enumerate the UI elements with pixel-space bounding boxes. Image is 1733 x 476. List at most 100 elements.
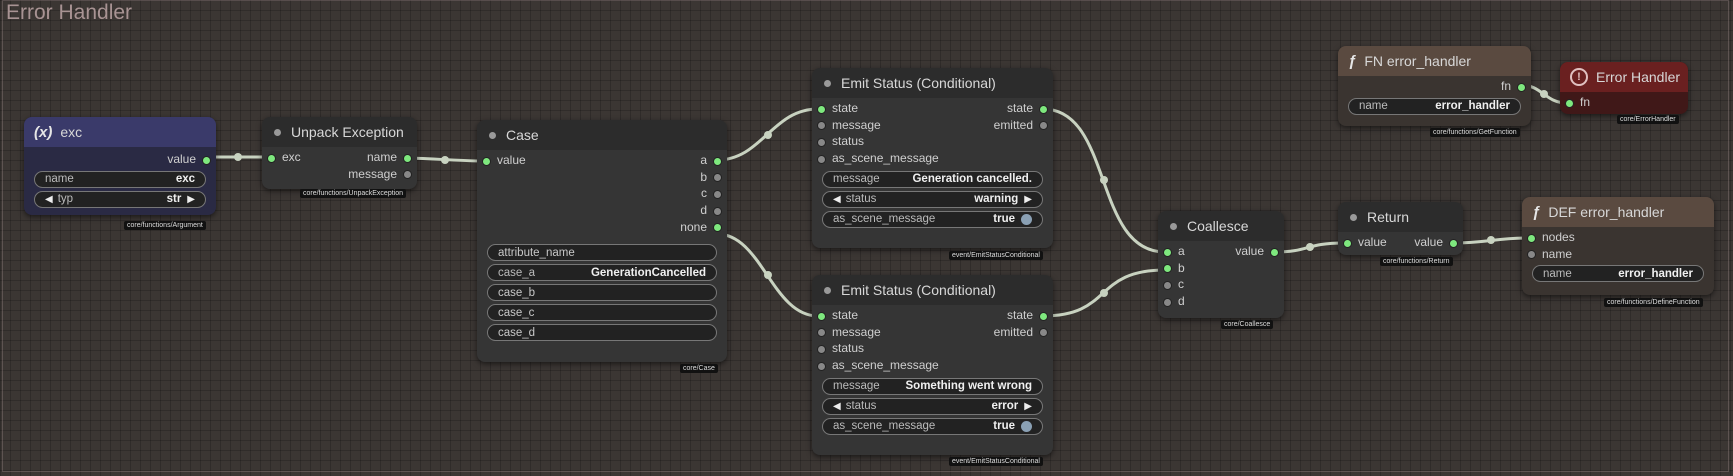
collapse-dot-icon[interactable] [1170, 222, 1177, 230]
collapse-dot-icon[interactable] [824, 79, 831, 87]
input-socket[interactable] [1527, 250, 1536, 260]
case-a-field[interactable]: case_a GenerationCancelled [487, 264, 717, 282]
input-fn[interactable]: fn [1560, 94, 1688, 111]
output-emitted[interactable]: emitted [812, 117, 1053, 134]
node-header[interactable]: Unpack Exception [262, 117, 417, 147]
node-argument-exc[interactable]: (x) exc value name exc ◀ typ str ▶ [24, 117, 216, 215]
node-header[interactable]: (x) exc [24, 117, 216, 147]
output-d[interactable]: d [477, 202, 727, 219]
node-emit-status-2[interactable]: Emit Status (Conditional) state state me… [812, 275, 1053, 455]
collapse-dot-icon[interactable] [824, 286, 831, 294]
node-header[interactable]: Case [477, 120, 727, 150]
input-socket[interactable] [1163, 280, 1172, 290]
node-header[interactable]: ƒ FN error_handler [1338, 46, 1531, 76]
collapse-dot-icon[interactable] [489, 131, 496, 139]
typ-combo[interactable]: ◀ typ str ▶ [34, 190, 206, 208]
status-combo[interactable]: ◀ status warning ▶ [822, 190, 1043, 208]
output-value[interactable]: value [1158, 243, 1284, 260]
output-state[interactable]: state [812, 307, 1053, 324]
arrow-left-icon[interactable]: ◀ [833, 194, 841, 205]
name-field[interactable]: name error_handler [1532, 265, 1704, 283]
output-value[interactable]: value [1338, 234, 1463, 251]
name-field[interactable]: name error_handler [1348, 97, 1521, 115]
output-state[interactable]: state [812, 100, 1053, 117]
output-socket[interactable] [1039, 311, 1048, 321]
output-emitted[interactable]: emitted [812, 324, 1053, 341]
output-socket[interactable] [403, 153, 412, 163]
input-c[interactable]: c [1158, 276, 1284, 293]
output-socket[interactable] [1039, 104, 1048, 114]
input-as-scene-message[interactable]: as_scene_message [812, 357, 1053, 374]
node-unpack-exception[interactable]: Unpack Exception exc name message [262, 117, 417, 189]
input-d[interactable]: d [1158, 293, 1284, 310]
input-as-scene-message[interactable]: as_scene_message [812, 150, 1053, 167]
output-socket[interactable] [1449, 238, 1458, 248]
output-socket[interactable] [403, 170, 412, 180]
input-socket[interactable] [817, 154, 826, 164]
collapse-dot-icon[interactable] [274, 128, 281, 136]
toggle-knob-icon[interactable] [1021, 213, 1032, 225]
input-name[interactable]: name [1522, 246, 1714, 263]
arrow-left-icon[interactable]: ◀ [833, 401, 841, 412]
arrow-left-icon[interactable]: ◀ [45, 194, 53, 205]
as-scene-message-toggle[interactable]: as_scene_message true [822, 210, 1043, 228]
input-status[interactable]: status [812, 340, 1053, 357]
collapse-dot-icon[interactable] [1350, 213, 1357, 221]
node-emit-status-1[interactable]: Emit Status (Conditional) state state me… [812, 68, 1053, 248]
status-combo[interactable]: ◀ status error ▶ [822, 397, 1043, 415]
output-message[interactable]: message [262, 166, 417, 183]
case-c-field[interactable]: case_c [487, 304, 717, 322]
node-header[interactable]: Emit Status (Conditional) [812, 68, 1053, 98]
node-header[interactable]: ! Error Handler [1560, 62, 1688, 92]
node-header[interactable]: Return [1338, 202, 1463, 232]
node-header[interactable]: ƒ DEF error_handler [1522, 197, 1714, 227]
node-header[interactable]: Coallesce [1158, 211, 1284, 241]
output-a[interactable]: a [477, 152, 727, 169]
node-return[interactable]: Return value value [1338, 202, 1463, 255]
output-socket[interactable] [1039, 121, 1048, 131]
name-field[interactable]: name exc [34, 170, 206, 188]
node-graph-canvas[interactable]: Error Handler (x) exc value name exc ◀ t… [0, 0, 1733, 476]
output-value[interactable]: value [24, 151, 216, 168]
output-socket[interactable] [713, 189, 722, 199]
input-nodes[interactable]: nodes [1522, 229, 1714, 246]
node-coallesce[interactable]: Coallesce a value b c d [1158, 211, 1284, 318]
node-define-function[interactable]: ƒ DEF error_handler nodes name name erro… [1522, 197, 1714, 295]
output-socket[interactable] [713, 206, 722, 216]
case-d-field[interactable]: case_d [487, 324, 717, 342]
output-socket[interactable] [1270, 247, 1279, 257]
output-name[interactable]: name [262, 149, 417, 166]
input-socket[interactable] [1527, 233, 1536, 243]
output-socket[interactable] [713, 223, 722, 233]
as-scene-message-toggle[interactable]: as_scene_message true [822, 417, 1043, 435]
output-socket[interactable] [713, 156, 722, 166]
attribute-name-field[interactable]: attribute_name [487, 244, 717, 262]
node-case[interactable]: Case value a b c d none attribute_name c… [477, 120, 727, 362]
node-get-function[interactable]: ƒ FN error_handler fn name error_handler [1338, 46, 1531, 126]
output-b[interactable]: b [477, 169, 727, 186]
arrow-right-icon[interactable]: ▶ [187, 194, 195, 205]
output-socket[interactable] [1517, 82, 1526, 92]
node-header[interactable]: Emit Status (Conditional) [812, 275, 1053, 305]
output-socket[interactable] [202, 155, 211, 165]
message-field[interactable]: message Generation cancelled. [822, 170, 1043, 188]
output-none[interactable]: none [477, 219, 727, 236]
output-fn[interactable]: fn [1338, 78, 1531, 95]
output-socket[interactable] [713, 173, 722, 183]
node-error-handler[interactable]: ! Error Handler fn [1560, 62, 1688, 114]
output-c[interactable]: c [477, 185, 727, 202]
input-socket[interactable] [817, 137, 826, 147]
input-b[interactable]: b [1158, 260, 1284, 277]
input-socket[interactable] [817, 344, 826, 354]
input-socket[interactable] [817, 361, 826, 371]
message-field[interactable]: message Something went wrong [822, 377, 1043, 395]
input-socket[interactable] [1163, 264, 1172, 274]
input-status[interactable]: status [812, 133, 1053, 150]
toggle-knob-icon[interactable] [1021, 420, 1032, 432]
output-socket[interactable] [1039, 328, 1048, 338]
arrow-right-icon[interactable]: ▶ [1024, 194, 1032, 205]
case-b-field[interactable]: case_b [487, 284, 717, 302]
arrow-right-icon[interactable]: ▶ [1024, 401, 1032, 412]
input-socket[interactable] [1163, 297, 1172, 307]
input-socket[interactable] [1565, 98, 1574, 108]
